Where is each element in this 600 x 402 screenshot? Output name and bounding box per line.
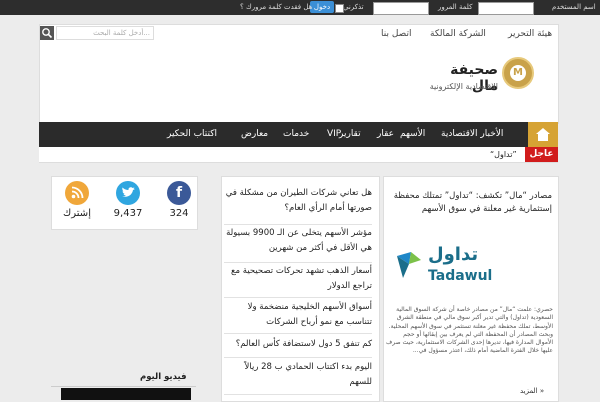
headline-item[interactable]: مؤشر الأسهم يتخلى عن الـ 9900 بسيولة هي … <box>224 226 372 263</box>
video-widget-title: فيديو اليوم <box>140 372 187 382</box>
tadawul-logo-icon <box>397 252 421 278</box>
tadawul-arabic: تداول <box>428 244 479 265</box>
nav-item-exhibitions[interactable]: معارض <box>241 129 268 139</box>
headline-item[interactable]: أسعار الذهب تشهد تحركات تصحيحية مع تراجع… <box>224 264 372 298</box>
nav-item-reports[interactable]: تقارير <box>339 129 361 139</box>
nav-link-editorial[interactable]: هيئة التحرير <box>508 29 552 39</box>
home-tab[interactable] <box>528 122 558 147</box>
rss-icon[interactable] <box>65 181 89 205</box>
news-ticker <box>39 147 558 163</box>
top-login-bar: اسم المستخدم كلمة المرور تذكرني دخول هل … <box>0 0 600 15</box>
nav-item-realestate[interactable]: عقار <box>377 129 394 139</box>
username-input[interactable] <box>478 2 534 15</box>
facebook-icon[interactable]: f <box>167 181 191 205</box>
search-button[interactable] <box>40 26 54 40</box>
nav-item-ipo[interactable]: اكتتاب الحكير <box>167 129 217 139</box>
nav-item-stocks[interactable]: الأسهم <box>400 129 425 139</box>
read-more-link[interactable]: المزيد » <box>520 387 544 395</box>
facebook-count: 324 <box>169 208 189 219</box>
password-input[interactable] <box>373 2 429 15</box>
lead-story-excerpt: حصري: علمت “مال” من مصادر خاصة أن شركة ا… <box>385 306 553 355</box>
video-thumbnail[interactable] <box>61 388 191 400</box>
headline-item[interactable]: اليوم ￼￼بدء اكتتاب ￼الحمادي￼ ب 28 ريالاً… <box>224 360 372 395</box>
remember-label: تذكرني <box>343 3 364 11</box>
nav-link-owner[interactable]: الشركة المالكة <box>430 29 486 39</box>
username-label: اسم المستخدم <box>552 3 596 11</box>
home-icon <box>536 128 550 141</box>
forgot-password-link[interactable]: هل فقدت كلمة مرورك ؟ <box>240 2 312 13</box>
nav-item-economic-news[interactable]: الأخبار الاقتصادية <box>441 129 503 139</box>
nav-link-contact[interactable]: اتصل بنا <box>381 29 411 39</box>
headline-item[interactable]: كم تنفق 5 دول لاستضافة كأس العالم؟ ￼￼ <box>224 337 372 358</box>
twitter-icon[interactable] <box>116 181 140 205</box>
logo-subtitle: الاقتصادية الإلكترونية <box>429 82 498 91</box>
search-icon <box>42 28 53 39</box>
remember-checkbox[interactable] <box>335 4 344 13</box>
logo-monogram: M <box>513 67 523 78</box>
password-label: كلمة المرور <box>438 3 473 11</box>
lead-story-title[interactable]: مصادر “مال” تكشف: “تداول” تمتلك محفظة إس… <box>388 190 552 216</box>
nav-item-vip[interactable]: VIP <box>327 129 341 139</box>
tadawul-english: Tadawul <box>428 268 493 284</box>
twitter-count: 9,437 <box>113 208 143 219</box>
login-button[interactable]: دخول <box>310 1 334 13</box>
nav-item-services[interactable]: خدمات <box>283 129 309 139</box>
ticker-text[interactable]: “تداول” <box>490 150 517 159</box>
breaking-news-label: عاجل <box>525 147 558 162</box>
headline-item[interactable]: هل تعاني شركات الطيران من مشكلة في صورته… <box>224 186 372 225</box>
logo-emblem: M <box>510 65 526 81</box>
search-input[interactable]: أدخل كلمة البحث... <box>56 26 154 40</box>
rss-subscribe[interactable]: إشترك <box>57 208 97 219</box>
headline-item[interactable]: أسواق الأسهم الخليجية منضخمة ولا تتناسب … <box>224 300 372 334</box>
